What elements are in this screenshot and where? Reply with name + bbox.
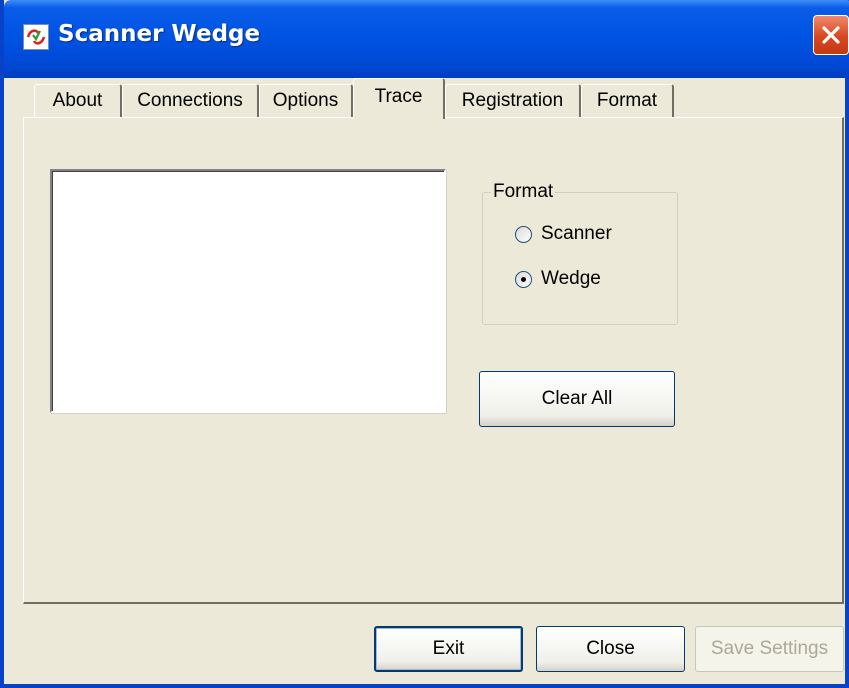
title-bar[interactable]: Scanner Wedge [4,0,849,78]
app-window: Scanner Wedge About Connections Options … [0,0,849,688]
close-icon [822,26,840,44]
tab-connections[interactable]: Connections [122,84,259,118]
scanner-radio-label: Scanner [541,223,612,244]
wedge-radio-option[interactable]: Wedge [515,268,601,290]
wedge-radio-button[interactable] [515,270,532,288]
close-button[interactable]: Close [536,626,685,672]
tab-options[interactable]: Options [259,84,353,118]
window-title: Scanner Wedge [58,21,261,47]
close-window-button[interactable] [813,15,849,55]
format-group-label: Format [491,181,556,203]
trace-tab-panel: Format Scanner Wedge Clear All [23,117,844,604]
tab-trace[interactable]: Trace [353,78,445,119]
tab-strip: About Connections Options Trace Registra… [26,78,846,119]
scanner-wedge-app-icon[interactable] [23,24,49,50]
exit-button[interactable]: Exit [374,626,523,672]
trace-log-listbox[interactable] [50,169,446,413]
tab-registration[interactable]: Registration [445,84,581,118]
scanner-radio-button[interactable] [515,225,532,243]
clear-all-button[interactable]: Clear All [479,371,675,427]
save-settings-button[interactable]: Save Settings [695,626,844,672]
tab-about[interactable]: About [34,84,122,118]
scanner-radio-option[interactable]: Scanner [515,223,612,245]
format-groupbox: Format Scanner Wedge [482,181,678,325]
tab-format[interactable]: Format [581,84,674,118]
wedge-radio-label: Wedge [541,268,601,289]
